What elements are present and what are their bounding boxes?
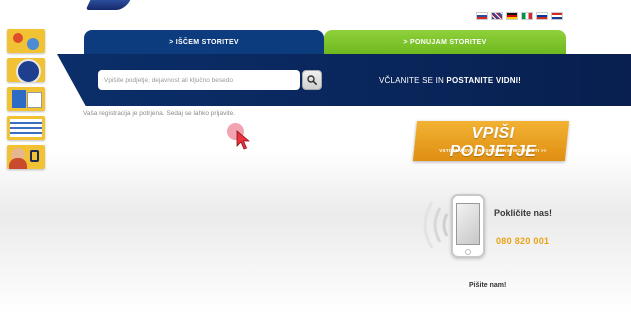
services-icon[interactable] (7, 29, 45, 53)
search-input[interactable] (98, 70, 300, 90)
catalog-icon[interactable] (7, 116, 45, 140)
join-cta-text[interactable]: VČLANITE SE IN POSTANITE VIDNI! (330, 76, 570, 85)
banner-subtitle: VSTOPI V SVET NESKONČNIH MOŽNOSTI >> (439, 148, 547, 153)
banner-title[interactable]: VPIŠI PODJETJE (428, 125, 558, 161)
call-us-title: Pokličite nas! (494, 208, 553, 218)
sidebar-icons (7, 29, 45, 169)
search-button[interactable] (302, 70, 322, 90)
tab-search-services[interactable]: > IŠČEM STORITEV (84, 30, 324, 54)
documents-icon[interactable] (7, 87, 45, 111)
tab-offer-services-label: > PONUJAM STORITEV (403, 38, 487, 46)
signal-waves-icon (423, 201, 449, 249)
phone-home-button (465, 249, 471, 255)
language-selector (476, 12, 563, 20)
support-agent-icon[interactable] (7, 145, 45, 169)
registration-notice: Vaša registracija je potrjena. Sedaj se … (83, 110, 235, 117)
phone-number[interactable]: 080 820 001 (496, 236, 549, 246)
flag-russian-icon[interactable] (536, 12, 548, 20)
tab-search-services-label: > IŠČEM STORITEV (169, 38, 239, 46)
join-cta-prefix: VČLANITE SE IN (378, 76, 447, 85)
flag-croatian-icon[interactable] (551, 12, 563, 20)
mouse-cursor-icon (236, 130, 250, 150)
tab-offer-services[interactable]: > PONUJAM STORITEV (324, 30, 566, 54)
flag-german-icon[interactable] (506, 12, 518, 20)
flag-italian-icon[interactable] (521, 12, 533, 20)
flag-slovenian-icon[interactable] (476, 12, 488, 20)
flag-english-icon[interactable] (491, 12, 503, 20)
site-logo[interactable] (85, 0, 131, 10)
phone-screen (456, 203, 480, 245)
join-cta-emphasis: POSTANITE VIDNI! (446, 76, 522, 85)
write-us-title[interactable]: Pišite nam! (469, 282, 506, 289)
magnifier-icon (307, 75, 317, 85)
globe-badge-icon[interactable] (7, 58, 45, 82)
